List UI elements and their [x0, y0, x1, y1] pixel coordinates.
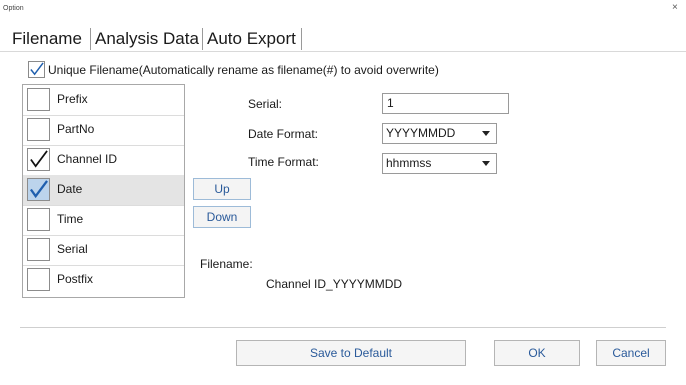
serial-input[interactable]: 1	[382, 93, 509, 114]
list-item-time[interactable]: Time	[23, 205, 184, 236]
cancel-button[interactable]: Cancel	[596, 340, 666, 366]
tab-baseline	[0, 51, 686, 52]
tab-filename[interactable]: Filename	[9, 27, 85, 50]
time-format-dropdown[interactable]: hhmmss	[382, 153, 497, 174]
list-item-prefix[interactable]: Prefix	[23, 85, 184, 116]
save-to-default-button[interactable]: Save to Default	[236, 340, 466, 366]
list-item-postfix[interactable]: Postfix	[23, 265, 184, 295]
list-item-label: Channel ID	[57, 152, 118, 166]
time-format-label: Time Format:	[248, 155, 319, 169]
serial-checkbox[interactable]	[27, 238, 50, 261]
close-icon[interactable]: ×	[672, 2, 678, 13]
checkmark-icon	[30, 62, 44, 76]
list-item-label: Serial	[57, 242, 88, 256]
chevron-down-icon	[482, 161, 490, 166]
list-item-label: Time	[57, 212, 84, 226]
partno-checkbox[interactable]	[27, 118, 50, 141]
window-title: Option	[3, 5, 24, 12]
list-item-label: Date	[57, 182, 83, 196]
move-up-button[interactable]: Up	[193, 178, 251, 200]
list-item-label: Postfix	[57, 272, 94, 286]
move-down-button[interactable]: Down	[193, 206, 251, 228]
date-format-value: YYYYMMDD	[386, 126, 456, 140]
date-format-dropdown[interactable]: YYYYMMDD	[382, 123, 497, 144]
time-checkbox[interactable]	[27, 208, 50, 231]
list-item-channel-id[interactable]: Channel ID	[23, 145, 184, 176]
list-item-label: Prefix	[57, 92, 88, 106]
tab-auto-export[interactable]: Auto Export	[204, 27, 299, 50]
unique-filename-label: Unique Filename(Automatically rename as …	[48, 63, 439, 77]
tab-divider	[90, 28, 91, 50]
ok-button[interactable]: OK	[494, 340, 580, 366]
filename-preview-value: Channel ID_YYYYMMDD	[266, 277, 403, 291]
channel-id-checkbox[interactable]	[27, 148, 50, 171]
unique-filename-checkbox[interactable]	[28, 61, 45, 78]
checkmark-icon	[29, 180, 48, 199]
footer-divider	[20, 327, 666, 328]
checkmark-icon	[30, 150, 48, 168]
chevron-down-icon	[482, 131, 490, 136]
list-item-partno[interactable]: PartNo	[23, 115, 184, 146]
date-checkbox[interactable]	[27, 178, 50, 201]
filename-preview-label: Filename:	[200, 257, 253, 271]
postfix-checkbox[interactable]	[27, 268, 50, 291]
prefix-checkbox[interactable]	[27, 88, 50, 111]
serial-label: Serial:	[248, 97, 283, 111]
list-item-label: PartNo	[57, 122, 95, 136]
tab-analysis-data[interactable]: Analysis Data	[92, 27, 202, 50]
date-format-label: Date Format:	[248, 127, 319, 141]
list-item-serial[interactable]: Serial	[23, 235, 184, 266]
time-format-value: hhmmss	[386, 156, 432, 170]
list-item-date[interactable]: Date	[23, 175, 184, 206]
tab-divider	[202, 28, 203, 50]
filename-components-list: Prefix PartNo Channel ID Date Time Seria…	[22, 84, 185, 298]
tab-divider	[301, 28, 302, 50]
